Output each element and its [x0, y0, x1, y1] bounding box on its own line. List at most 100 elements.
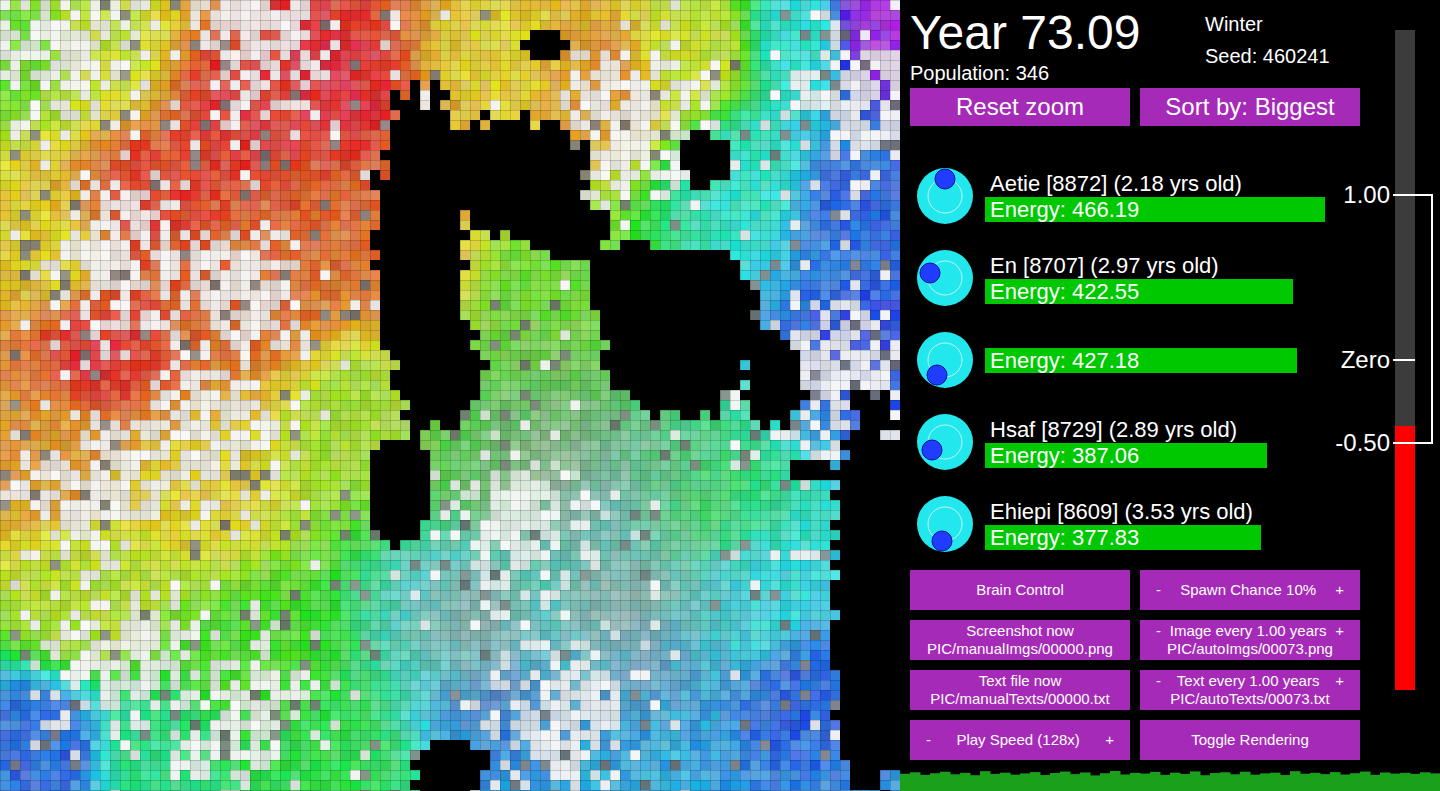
control-label: Toggle Rendering	[1140, 731, 1360, 749]
control-button[interactable]: - Spawn Chance 10% +	[1140, 570, 1360, 610]
population-bar	[1240, 772, 1251, 791]
population-bar	[1200, 775, 1211, 791]
control-label: Spawn Chance 10%	[1180, 581, 1316, 599]
population-bar	[1340, 774, 1351, 791]
year-block: Year 73.09 Population: 346	[910, 8, 1205, 84]
energy-label: Energy: 427.18	[985, 348, 1139, 373]
stepper-line: - Play Speed (128x) +	[910, 731, 1130, 749]
top-button[interactable]: Sort by: Biggest	[1140, 88, 1360, 126]
population-bar	[1380, 772, 1391, 791]
population-bar	[1160, 775, 1171, 791]
creature-name: En [8707] (2.97 yrs old)	[985, 253, 1293, 279]
population-bar	[1370, 775, 1381, 791]
increase-button[interactable]: +	[1103, 731, 1116, 749]
creature-info: Aetie [8872] (2.18 yrs old) Energy: 466.…	[985, 171, 1325, 222]
increase-button[interactable]: +	[1333, 581, 1346, 599]
file-path: PIC/manualTexts/00000.txt	[910, 690, 1130, 708]
energy-label: Energy: 377.83	[985, 525, 1139, 550]
meter: 1.00 Zero -0.50	[1320, 30, 1440, 690]
decrease-button[interactable]: -	[924, 731, 933, 749]
creature-icon	[915, 412, 975, 472]
population-bar	[1000, 773, 1011, 791]
population-bar	[1310, 773, 1321, 791]
population-bar	[1420, 772, 1431, 791]
decrease-button[interactable]: -	[1154, 622, 1163, 640]
creature-icon	[915, 494, 975, 554]
creature-row[interactable]: En [8707] (2.97 yrs old) Energy: 422.55	[910, 248, 1440, 308]
control-button[interactable]: Toggle Rendering	[1140, 720, 1360, 760]
population-bar	[1090, 775, 1101, 791]
population-bar	[940, 772, 951, 791]
population-bar	[920, 775, 931, 791]
panel-content: Year 73.09 Population: 346 Winter Seed: …	[900, 0, 1440, 770]
creature-info: Energy: 427.18	[985, 348, 1297, 373]
population-bar	[1270, 773, 1281, 791]
creature-icon	[915, 166, 975, 226]
population-bar	[980, 771, 991, 791]
population-bar	[960, 773, 971, 791]
population-bar	[1400, 773, 1411, 791]
population-bar	[1320, 774, 1331, 791]
controls-grid: Brain Control - Spawn Chance 10% + Scree…	[910, 570, 1440, 760]
energy-bar: Energy: 427.18	[985, 348, 1297, 373]
control-label: Screenshot now	[910, 622, 1130, 640]
meter-bracket	[1431, 195, 1433, 443]
creature-name: Hsaf [8729] (2.89 yrs old)	[985, 417, 1267, 443]
evolution-simulator: Year 73.09 Population: 346 Winter Seed: …	[0, 0, 1440, 791]
seed-label: Seed: 460241	[1205, 44, 1330, 68]
control-button[interactable]: Brain Control	[910, 570, 1130, 610]
creature-row[interactable]: Ehiepi [8609] (3.53 yrs old) Energy: 377…	[910, 494, 1440, 554]
population-bar	[1040, 775, 1051, 791]
population-bar	[1210, 773, 1221, 791]
season-block: Winter Seed: 460241	[1205, 8, 1330, 84]
control-button[interactable]: Text file now PIC/manualTexts/00000.txt	[910, 670, 1130, 710]
energy-label: Energy: 422.55	[985, 279, 1139, 304]
stepper-line: - Text every 1.00 years +	[1140, 672, 1360, 690]
control-button[interactable]: - Play Speed (128x) +	[910, 720, 1130, 760]
population-bar	[1100, 773, 1111, 791]
population-graph	[900, 770, 1440, 791]
increase-button[interactable]: +	[1333, 622, 1346, 640]
meter-tick	[1393, 359, 1415, 361]
population-bar	[1070, 774, 1081, 791]
energy-bar: Energy: 422.55	[985, 279, 1293, 304]
population-bar	[1220, 772, 1231, 791]
header: Year 73.09 Population: 346 Winter Seed: …	[910, 8, 1440, 84]
meter-tick	[1393, 442, 1433, 444]
population-bar	[1330, 772, 1341, 791]
population-bar	[1280, 775, 1291, 791]
population-bar	[1140, 774, 1151, 791]
world-map[interactable]	[0, 0, 900, 791]
population-bar	[1230, 774, 1241, 791]
creature-info: Ehiepi [8609] (3.53 yrs old) Energy: 377…	[985, 499, 1261, 550]
energy-bar: Energy: 377.83	[985, 525, 1261, 550]
energy-bar: Energy: 466.19	[985, 197, 1325, 222]
population-bar	[1300, 774, 1311, 791]
decrease-button[interactable]: -	[1154, 672, 1163, 690]
file-path: PIC/manualImgs/00000.png	[910, 640, 1130, 658]
control-label: Text file now	[910, 672, 1130, 690]
top-button[interactable]: Reset zoom	[910, 88, 1130, 126]
population-bar	[1150, 772, 1161, 791]
energy-bar: Energy: 387.06	[985, 443, 1267, 468]
meter-fill	[1395, 426, 1415, 690]
control-button[interactable]: Screenshot now PIC/manualImgs/00000.png	[910, 620, 1130, 660]
creature-info: Hsaf [8729] (2.89 yrs old) Energy: 387.0…	[985, 417, 1267, 468]
control-button[interactable]: - Image every 1.00 years + PIC/autoImgs/…	[1140, 620, 1360, 660]
creature-name: Ehiepi [8609] (3.53 yrs old)	[985, 499, 1261, 525]
control-label: Brain Control	[910, 581, 1130, 599]
season-label: Winter	[1205, 12, 1330, 36]
population-bar	[1120, 774, 1131, 791]
decrease-button[interactable]: -	[1154, 581, 1163, 599]
year-label: Year 73.09	[910, 8, 1205, 58]
population-bar	[1250, 775, 1261, 791]
increase-button[interactable]: +	[1333, 672, 1346, 690]
population-bar	[1350, 773, 1361, 791]
control-button[interactable]: - Text every 1.00 years + PIC/autoTexts/…	[1140, 670, 1360, 710]
population-bar	[1390, 774, 1401, 791]
control-label: Text every 1.00 years	[1177, 672, 1320, 690]
creature-icon	[915, 248, 975, 308]
creature-icon	[915, 330, 975, 390]
stepper-line: - Spawn Chance 10% +	[1140, 581, 1360, 599]
stepper-line: - Image every 1.00 years +	[1140, 622, 1360, 640]
